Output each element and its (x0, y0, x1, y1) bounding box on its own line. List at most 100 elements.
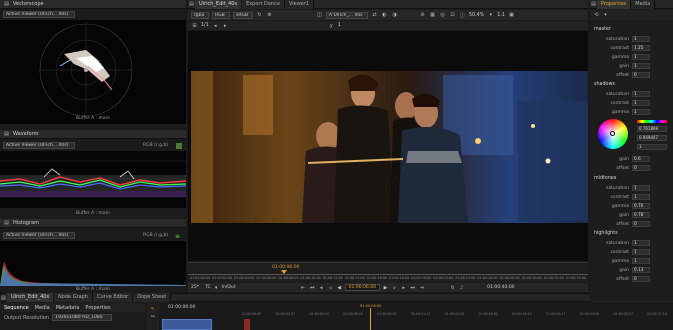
panel-menu-icon[interactable]: ▤ (3, 1, 10, 8)
midtones-gamma-row[interactable]: gamma 0.76 (590, 202, 673, 210)
colorspace-select[interactable]: RGB (212, 11, 230, 19)
fps-label[interactable]: 25* (191, 285, 203, 290)
history-icon[interactable]: ⟲ (593, 12, 600, 19)
tab-export-dance[interactable]: Export Dance (242, 0, 285, 9)
subtab-metadata[interactable]: Metadata (56, 305, 80, 311)
highlights-section-title[interactable]: highlights (594, 231, 618, 236)
frame-label[interactable]: 1/1 (201, 23, 209, 28)
goto-end-icon[interactable]: ⏭ (409, 284, 416, 291)
waveform-color-swatch-icon[interactable] (176, 143, 182, 149)
shadows-saturation-row[interactable]: saturation 1 (590, 90, 673, 98)
midtones-contrast-row[interactable]: contrast 1 (590, 193, 673, 201)
input-select[interactable]: A Ulrich_... 40s (326, 11, 368, 19)
shadows-section-title[interactable]: shadows (594, 82, 615, 87)
properties-settings-icon[interactable]: ▾ (602, 12, 609, 19)
tab-properties[interactable]: Properties (597, 0, 632, 9)
sequence-timecode[interactable]: 01:00:06:00 (168, 305, 195, 310)
lock-icon[interactable]: ⊡ (449, 12, 456, 19)
subtab-media[interactable]: Media (35, 305, 50, 311)
tab-sequence-ulrich[interactable]: Ulrich_Edit_40s (7, 293, 55, 302)
fit-icon[interactable]: ▣ (508, 12, 515, 19)
tc-dropdown-icon[interactable]: ▾ (213, 284, 220, 291)
highlights-saturation-row[interactable]: saturation 1 (590, 239, 673, 247)
subtab-sequence[interactable]: Sequence (4, 305, 29, 311)
waveform-mode-label[interactable]: RGB (r,g,b) (143, 143, 168, 148)
prev-frame-icon[interactable]: ◂ (212, 22, 219, 29)
midtones-gain-row[interactable]: gain 0.78 (590, 211, 673, 219)
viewer-canvas[interactable] (188, 31, 588, 261)
video-clip[interactable] (162, 319, 212, 330)
in-point-icon[interactable]: ⇤ (300, 284, 307, 291)
tc-label[interactable]: TC (205, 285, 211, 290)
histogram-settings-icon[interactable]: ≡ (175, 233, 180, 240)
color-value-r[interactable]: 0.761869 (637, 126, 667, 132)
settings-icon[interactable]: ⚙ (266, 12, 273, 19)
step-forward-icon[interactable]: ▹ (391, 284, 398, 291)
tab-ulrich-edit[interactable]: Ulrich_Edit_40s (195, 0, 243, 9)
next-frame-icon[interactable]: ▸ (222, 22, 229, 29)
master-contrast-row[interactable]: contrast 1.25 (590, 44, 673, 52)
tab-curve-editor[interactable]: Curve Editor (93, 293, 134, 302)
audio-icon[interactable]: ♪ (458, 284, 465, 291)
tab-dope-sheet[interactable]: Dope Sheet (133, 293, 172, 302)
layers-icon[interactable]: ◫ (316, 12, 323, 19)
shadows-gain-row[interactable]: gain 0.6 (590, 155, 673, 163)
timeline-ruler[interactable]: 01:00:06:00 01:00:00:00 01:00:02:00 01:0… (188, 262, 588, 282)
tab-viewer1[interactable]: Viewer1 (284, 0, 315, 9)
zoom-label[interactable]: 50.4% (469, 13, 484, 18)
midtones-section-title[interactable]: midtones (594, 176, 616, 181)
razor-tool-icon[interactable]: ✂ (150, 313, 157, 320)
midtones-saturation-row[interactable]: saturation 1 (590, 184, 673, 192)
vectorscope-viewer-select[interactable]: Active Viewer (Ulrich... 40s) (3, 11, 75, 18)
zoom-dropdown-icon[interactable]: ▾ (487, 12, 494, 19)
panel-menu-icon[interactable]: ▤ (3, 220, 10, 227)
sequence-timeline[interactable]: 01:00:06:00 01:00:06:00 01:00:00:00 01:0… (160, 303, 673, 330)
out-point-icon[interactable]: ⇥ (418, 284, 425, 291)
color-hue-bar[interactable] (637, 120, 667, 123)
blend-icon[interactable]: ◑ (391, 12, 398, 19)
highlights-offset-row[interactable]: offset 0 (590, 275, 673, 283)
overlay-icon[interactable]: ▦ (429, 12, 436, 19)
midtones-offset-row[interactable]: offset 0 (590, 220, 673, 228)
y-value[interactable]: 1 (338, 23, 341, 28)
ratio-label[interactable]: 1:1 (497, 13, 505, 18)
prev-key-icon[interactable]: ◂ (318, 284, 325, 291)
play-reverse-icon[interactable]: ◀ (336, 284, 343, 291)
select-tool-icon[interactable]: ↖ (150, 305, 157, 312)
master-saturation-row[interactable]: saturation 1 (590, 35, 673, 43)
shadows-contrast-row[interactable]: contrast 1 (590, 99, 673, 107)
master-offset-row[interactable]: offset 0 (590, 71, 673, 79)
shadows-gamma-row[interactable]: gamma 1 (590, 108, 673, 116)
clip-icon[interactable]: ◎ (439, 12, 446, 19)
subtab-properties[interactable]: Properties (85, 305, 110, 311)
frame-icon[interactable]: ⊞ (191, 22, 198, 29)
timecode-field[interactable]: 01:00:06:00 (344, 284, 381, 291)
color-value-b[interactable]: 1 (637, 144, 667, 150)
panel-menu-icon[interactable]: ▤ (0, 294, 7, 301)
panel-menu-icon[interactable]: ▤ (188, 0, 195, 7)
tab-node-graph[interactable]: Node Graph (54, 293, 94, 302)
color-wheel[interactable] (598, 119, 628, 149)
split-icon[interactable]: ⊘ (419, 12, 426, 19)
color-wheel-picker-icon[interactable] (610, 131, 615, 136)
step-back-icon[interactable]: ◃ (327, 284, 334, 291)
next-key-icon[interactable]: ▸ (400, 284, 407, 291)
output-resolution-select[interactable]: 1920x1080 HD_1080 (52, 314, 113, 321)
end-timecode-field[interactable]: 01:00:40:00 (487, 285, 514, 290)
loop-icon[interactable]: ↻ (449, 284, 456, 291)
display-select[interactable]: sRGB (233, 11, 253, 19)
histogram-viewer-select[interactable]: Active Viewer (Ulrich... 40s) (3, 232, 75, 239)
inout-label[interactable]: In/Out (222, 285, 240, 290)
goto-start-icon[interactable]: ⏮ (309, 284, 316, 291)
panel-menu-icon[interactable]: ▤ (590, 1, 597, 8)
shadows-offset-row[interactable]: offset 0 (590, 164, 673, 172)
panel-menu-icon[interactable]: ▤ (3, 131, 10, 138)
highlights-contrast-row[interactable]: contrast 1 (590, 248, 673, 256)
clip-marker[interactable] (244, 319, 250, 330)
color-value-g[interactable]: 0.949447 (637, 135, 667, 141)
highlights-gamma-row[interactable]: gamma 1 (590, 257, 673, 265)
highlights-gain-row[interactable]: gain 0.13 (590, 266, 673, 274)
waveform-viewer-select[interactable]: Active Viewer (Ulrich... 40s) (3, 142, 75, 149)
refresh-icon[interactable]: ↻ (256, 12, 263, 19)
y-axis-icon[interactable]: y (328, 22, 335, 29)
